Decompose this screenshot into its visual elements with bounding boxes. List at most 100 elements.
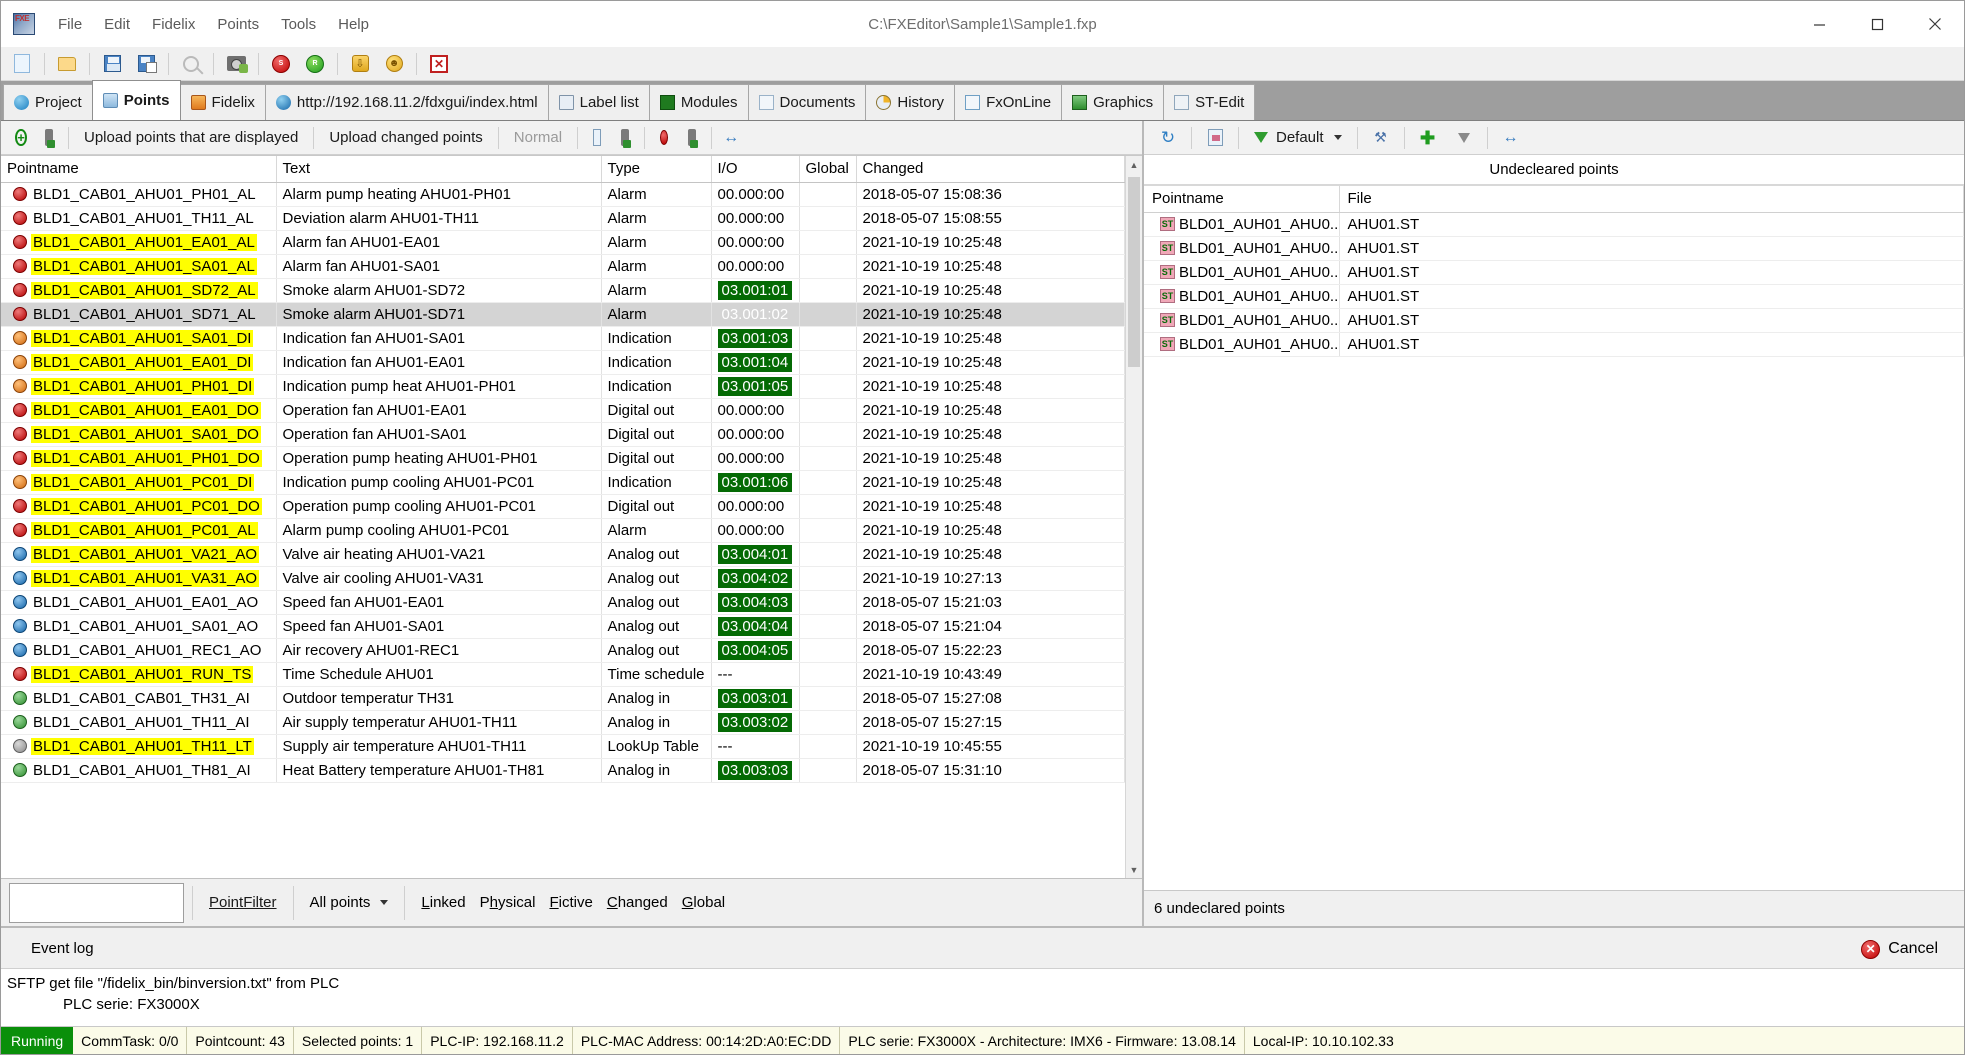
table-row[interactable]: BLD1_CAB01_AHU01_VA21_AO Valve air heatin… bbox=[1, 542, 1125, 567]
cell-global[interactable] bbox=[799, 302, 857, 327]
cell-global[interactable] bbox=[799, 518, 857, 543]
cell-pointname[interactable]: BLD1_CAB01_AHU01_PH01_DI bbox=[1, 374, 277, 399]
table-row[interactable]: ST BLD01_AUH01_AHU0... AHU01.ST bbox=[1144, 332, 1964, 357]
cell-pointname[interactable]: BLD1_CAB01_AHU01_PC01_DO bbox=[1, 494, 277, 519]
cell-text[interactable]: Heat Battery temperature AHU01-TH81 bbox=[276, 758, 602, 783]
cell-changed[interactable]: 2021-10-19 10:45:55 bbox=[856, 734, 1125, 759]
cell-text[interactable]: Indication fan AHU01-EA01 bbox=[276, 350, 602, 375]
cell-global[interactable] bbox=[799, 374, 857, 399]
table-row[interactable]: BLD1_CAB01_AHU01_EA01_AO Speed fan AHU01-… bbox=[1, 590, 1125, 615]
cell-type[interactable]: Alarm bbox=[601, 206, 712, 231]
cell-changed[interactable]: 2018-05-07 15:08:55 bbox=[856, 206, 1125, 231]
cell-global[interactable] bbox=[799, 254, 857, 279]
table-row[interactable]: BLD1_CAB01_AHU01_RUN_TS Time Schedule AHU… bbox=[1, 662, 1125, 687]
cell-text[interactable]: Air recovery AHU01-REC1 bbox=[276, 638, 602, 663]
scroll-up-button[interactable]: ▲ bbox=[1126, 156, 1142, 173]
menu-file[interactable]: File bbox=[47, 12, 93, 37]
cell-file[interactable]: AHU01.ST bbox=[1339, 308, 1964, 333]
filter-physical[interactable]: Physical bbox=[480, 894, 536, 911]
cell-global[interactable] bbox=[799, 758, 857, 783]
table-row[interactable]: BLD1_CAB01_CAB01_TH31_AI Outdoor temperat… bbox=[1, 686, 1125, 711]
cell-io[interactable]: 03.004:05 bbox=[711, 638, 800, 663]
cell-io[interactable]: 00.000:00 bbox=[711, 398, 800, 423]
cell-global[interactable] bbox=[799, 614, 857, 639]
cell-text[interactable]: Supply air temperature AHU01-TH11 bbox=[276, 734, 602, 759]
cell-text[interactable]: Outdoor temperatur TH31 bbox=[276, 686, 602, 711]
cell-changed[interactable]: 2021-10-19 10:27:13 bbox=[856, 566, 1125, 591]
col-header-type[interactable]: Type bbox=[601, 156, 712, 183]
table-row[interactable]: BLD1_CAB01_AHU01_REC1_AO Air recovery AHU… bbox=[1, 638, 1125, 663]
filter-input[interactable] bbox=[9, 882, 184, 923]
download-points-button[interactable] bbox=[678, 124, 706, 152]
cell-io[interactable]: 03.004:03 bbox=[711, 590, 800, 615]
col-header-text[interactable]: Text bbox=[276, 156, 602, 183]
tab-points[interactable]: Points bbox=[91, 80, 181, 120]
cell-io[interactable]: 03.001:02 bbox=[711, 302, 800, 327]
new-file-button[interactable] bbox=[7, 50, 37, 78]
points-vertical-scrollbar[interactable]: ▲ ▼ bbox=[1125, 156, 1142, 878]
filter-linked[interactable]: Linked bbox=[421, 894, 465, 911]
table-row[interactable]: BLD1_CAB01_AHU01_SA01_AO Speed fan AHU01-… bbox=[1, 614, 1125, 639]
cell-text[interactable]: Speed fan AHU01-EA01 bbox=[276, 590, 602, 615]
cell-io[interactable]: --- bbox=[711, 734, 800, 759]
cell-io[interactable]: 03.004:02 bbox=[711, 566, 800, 591]
close-button[interactable] bbox=[1906, 1, 1964, 47]
tab-graphics[interactable]: Graphics bbox=[1061, 84, 1165, 120]
download-button[interactable]: ☻ bbox=[379, 50, 409, 78]
tab-st-edit[interactable]: ST-Edit bbox=[1163, 84, 1256, 120]
cell-changed[interactable]: 2021-10-19 10:43:49 bbox=[856, 662, 1125, 687]
filter-fictive[interactable]: Fictive bbox=[549, 894, 592, 911]
menu-help[interactable]: Help bbox=[327, 12, 380, 37]
cell-io[interactable]: 03.001:04 bbox=[711, 350, 800, 375]
cell-text[interactable]: Valve air cooling AHU01-VA31 bbox=[276, 566, 602, 591]
cell-type[interactable]: Alarm bbox=[601, 518, 712, 543]
minimize-button[interactable] bbox=[1790, 1, 1848, 47]
cancel-button[interactable]: ✕ Cancel bbox=[1849, 934, 1950, 964]
cell-io[interactable]: 03.001:01 bbox=[711, 278, 800, 303]
cell-io[interactable]: 03.001:03 bbox=[711, 326, 800, 351]
cell-io[interactable]: 03.004:04 bbox=[711, 614, 800, 639]
cell-io[interactable]: 00.000:00 bbox=[711, 494, 800, 519]
cell-pointname[interactable]: BLD1_CAB01_AHU01_PC01_DI bbox=[1, 470, 277, 495]
filter-changed[interactable]: Changed bbox=[607, 894, 668, 911]
cell-type[interactable]: Digital out bbox=[601, 422, 712, 447]
cell-text[interactable]: Speed fan AHU01-SA01 bbox=[276, 614, 602, 639]
table-row[interactable]: BLD1_CAB01_AHU01_SA01_DI Indication fan A… bbox=[1, 326, 1125, 351]
cell-global[interactable] bbox=[799, 470, 857, 495]
upload-button[interactable]: ⇩ bbox=[345, 50, 375, 78]
tab-project[interactable]: Project bbox=[3, 84, 93, 120]
cell-text[interactable]: Operation pump heating AHU01-PH01 bbox=[276, 446, 602, 471]
tab-history[interactable]: History bbox=[865, 84, 956, 120]
autofit-columns-button[interactable]: ↔ bbox=[717, 124, 745, 152]
scroll-thumb[interactable] bbox=[1128, 177, 1140, 367]
cell-global[interactable] bbox=[799, 278, 857, 303]
find-button[interactable] bbox=[176, 50, 206, 78]
add-point-button[interactable]: + bbox=[7, 124, 35, 152]
cell-pointname[interactable]: ST BLD01_AUH01_AHU0... bbox=[1144, 260, 1340, 285]
cell-changed[interactable]: 2018-05-07 15:27:08 bbox=[856, 686, 1125, 711]
cell-text[interactable]: Smoke alarm AHU01-SD72 bbox=[276, 278, 602, 303]
table-row[interactable]: BLD1_CAB01_AHU01_PH01_AL Alarm pump heati… bbox=[1, 182, 1125, 207]
cell-io[interactable]: 03.001:05 bbox=[711, 374, 800, 399]
table-row[interactable]: BLD1_CAB01_AHU01_TH11_LT Supply air tempe… bbox=[1, 734, 1125, 759]
cell-pointname[interactable]: BLD1_CAB01_AHU01_TH11_AI bbox=[1, 710, 277, 735]
cell-type[interactable]: Digital out bbox=[601, 494, 712, 519]
resize-columns-button[interactable]: ↔ bbox=[1495, 124, 1527, 152]
cell-type[interactable]: Alarm bbox=[601, 230, 712, 255]
table-row[interactable]: BLD1_CAB01_AHU01_PC01_DO Operation pump c… bbox=[1, 494, 1125, 519]
cell-type[interactable]: Analog in bbox=[601, 758, 712, 783]
cell-type[interactable]: Indication bbox=[601, 470, 712, 495]
scroll-track[interactable] bbox=[1126, 173, 1142, 861]
cell-pointname[interactable]: BLD1_CAB01_AHU01_SA01_DO bbox=[1, 422, 277, 447]
cell-changed[interactable]: 2018-05-07 15:22:23 bbox=[856, 638, 1125, 663]
cell-text[interactable]: Indication pump cooling AHU01-PC01 bbox=[276, 470, 602, 495]
cell-type[interactable]: Analog out bbox=[601, 566, 712, 591]
table-row[interactable]: BLD1_CAB01_AHU01_EA01_DO Operation fan AH… bbox=[1, 398, 1125, 423]
default-filter-dropdown[interactable]: Default bbox=[1244, 124, 1352, 152]
stop-upload-button[interactable] bbox=[650, 124, 678, 152]
col-header-pointname[interactable]: Pointname bbox=[1, 156, 277, 183]
cell-global[interactable] bbox=[799, 398, 857, 423]
table-row[interactable]: ST BLD01_AUH01_AHU0... AHU01.ST bbox=[1144, 284, 1964, 309]
cell-pointname[interactable]: BLD1_CAB01_AHU01_TH81_AI bbox=[1, 758, 277, 783]
import-undeclared-button[interactable] bbox=[1199, 124, 1231, 152]
